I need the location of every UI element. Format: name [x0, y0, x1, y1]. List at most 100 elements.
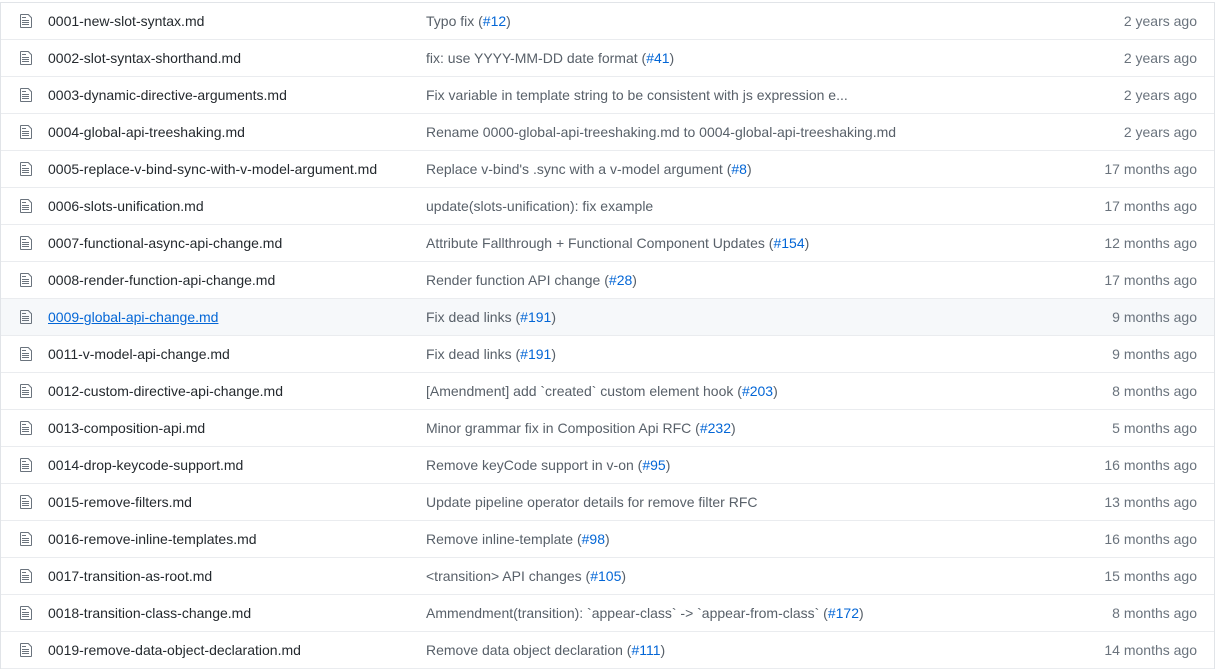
- file-row[interactable]: 0006-slots-unification.md update(slots-un…: [1, 188, 1214, 225]
- commit-message-text[interactable]: Fix variable in template string to be co…: [426, 87, 848, 103]
- commit-message-text[interactable]: Remove keyCode support in v-on (: [426, 457, 642, 473]
- commit-message[interactable]: update(slots-unification): fix example: [426, 198, 653, 214]
- file-row[interactable]: 0005-replace-v-bind-sync-with-v-model-ar…: [1, 151, 1214, 188]
- file-icon: [19, 420, 33, 436]
- commit-message[interactable]: Replace v-bind's .sync with a v-model ar…: [426, 161, 752, 177]
- commit-message-text[interactable]: Remove inline-template (: [426, 531, 582, 547]
- file-name-link[interactable]: 0009-global-api-change.md: [48, 309, 218, 325]
- commit-message-text[interactable]: Typo fix (: [426, 13, 483, 29]
- file-row[interactable]: 0015-remove-filters.md Update pipeline op…: [1, 484, 1214, 521]
- commit-message-text[interactable]: Render function API change (: [426, 272, 609, 288]
- file-row[interactable]: 0016-remove-inline-templates.md Remove in…: [1, 521, 1214, 558]
- file-name-link[interactable]: 0018-transition-class-change.md: [48, 605, 251, 621]
- file-name-link[interactable]: 0003-dynamic-directive-arguments.md: [48, 87, 287, 103]
- file-row[interactable]: 0002-slot-syntax-shorthand.md fix: use YY…: [1, 40, 1214, 77]
- file-name-link[interactable]: 0017-transition-as-root.md: [48, 568, 212, 584]
- commit-message[interactable]: <transition> API changes (#105): [426, 568, 626, 584]
- commit-message[interactable]: Fix dead links (#191): [426, 309, 556, 325]
- commit-message[interactable]: Fix dead links (#191): [426, 346, 556, 362]
- file-row[interactable]: 0001-new-slot-syntax.md Typo fix (#12) 2 y…: [1, 3, 1214, 40]
- commit-message-text[interactable]: Replace v-bind's .sync with a v-model ar…: [426, 161, 731, 177]
- file-row[interactable]: 0019-remove-data-object-declaration.md Re…: [1, 632, 1214, 669]
- file-row[interactable]: 0003-dynamic-directive-arguments.md Fix v…: [1, 77, 1214, 114]
- pull-request-link[interactable]: #172: [828, 605, 859, 621]
- file-icon: [19, 346, 33, 362]
- file-name-link[interactable]: 0014-drop-keycode-support.md: [48, 457, 243, 473]
- file-icon: [19, 642, 33, 658]
- file-icon: [19, 50, 33, 66]
- file-row[interactable]: 0008-render-function-api-change.md Render…: [1, 262, 1214, 299]
- file-row[interactable]: 0011-v-model-api-change.md Fix dead links…: [1, 336, 1214, 373]
- file-icon: [19, 272, 33, 288]
- commit-message-end: ): [731, 420, 736, 436]
- file-row[interactable]: 0009-global-api-change.md Fix dead links …: [1, 299, 1214, 336]
- file-row[interactable]: 0018-transition-class-change.md Ammendmen…: [1, 595, 1214, 632]
- commit-message-text[interactable]: Fix dead links (: [426, 309, 520, 325]
- file-icon: [19, 494, 33, 510]
- file-row[interactable]: 0007-functional-async-api-change.md Attri…: [1, 225, 1214, 262]
- file-row[interactable]: 0017-transition-as-root.md <transition> A…: [1, 558, 1214, 595]
- file-name-link[interactable]: 0006-slots-unification.md: [48, 198, 204, 214]
- commit-message[interactable]: Ammendment(transition): `appear-class` -…: [426, 605, 864, 621]
- pull-request-link[interactable]: #105: [590, 568, 621, 584]
- commit-message-text[interactable]: Fix dead links (: [426, 346, 520, 362]
- file-name-link[interactable]: 0005-replace-v-bind-sync-with-v-model-ar…: [48, 161, 377, 177]
- pull-request-link[interactable]: #191: [520, 309, 551, 325]
- commit-message-text[interactable]: Minor grammar fix in Composition Api RFC…: [426, 420, 700, 436]
- commit-age: 9 months ago: [1112, 309, 1197, 325]
- commit-message-text[interactable]: update(slots-unification): fix example: [426, 198, 653, 214]
- commit-message[interactable]: Remove inline-template (#98): [426, 531, 610, 547]
- commit-message-end: ): [604, 531, 610, 547]
- pull-request-link[interactable]: #191: [520, 346, 551, 362]
- commit-message-text[interactable]: fix: use YYYY-MM-DD date format (: [426, 50, 646, 66]
- commit-message[interactable]: Attribute Fallthrough + Functional Compo…: [426, 235, 809, 251]
- commit-message[interactable]: Typo fix (#12): [426, 13, 511, 29]
- file-row[interactable]: 0012-custom-directive-api-change.md [Amen…: [1, 373, 1214, 410]
- commit-message-text[interactable]: Update pipeline operator details for rem…: [426, 494, 758, 510]
- pull-request-link[interactable]: #28: [609, 272, 632, 288]
- commit-message[interactable]: [Amendment] add `created` custom element…: [426, 383, 778, 399]
- commit-message[interactable]: Minor grammar fix in Composition Api RFC…: [426, 420, 736, 436]
- commit-message[interactable]: Render function API change (#28): [426, 272, 637, 288]
- commit-message-text[interactable]: [Amendment] add `created` custom element…: [426, 383, 742, 399]
- commit-message-text[interactable]: Remove data object declaration (: [426, 642, 631, 658]
- pull-request-link[interactable]: #8: [731, 161, 747, 177]
- commit-age: 16 months ago: [1104, 457, 1197, 473]
- file-name-link[interactable]: 0002-slot-syntax-shorthand.md: [48, 50, 241, 66]
- commit-message-text[interactable]: Attribute Fallthrough + Functional Compo…: [426, 235, 773, 251]
- file-name-link[interactable]: 0019-remove-data-object-declaration.md: [48, 642, 301, 658]
- file-name-link[interactable]: 0008-render-function-api-change.md: [48, 272, 275, 288]
- commit-message-text[interactable]: Ammendment(transition): `appear-class` -…: [426, 605, 828, 621]
- file-row[interactable]: 0014-drop-keycode-support.md Remove keyCo…: [1, 447, 1214, 484]
- file-row[interactable]: 0013-composition-api.md Minor grammar fix…: [1, 410, 1214, 447]
- file-name-link[interactable]: 0007-functional-async-api-change.md: [48, 235, 282, 251]
- file-icon: [19, 235, 33, 251]
- pull-request-link[interactable]: #98: [582, 531, 605, 547]
- pull-request-link[interactable]: #154: [773, 235, 804, 251]
- commit-message[interactable]: Fix variable in template string to be co…: [426, 87, 848, 103]
- file-name-link[interactable]: 0011-v-model-api-change.md: [48, 346, 230, 362]
- pull-request-link[interactable]: #203: [742, 383, 773, 399]
- file-row[interactable]: 0004-global-api-treeshaking.md Rename 000…: [1, 114, 1214, 151]
- commit-message-text[interactable]: Rename 0000-global-api-treeshaking.md to…: [426, 124, 896, 140]
- commit-message[interactable]: Remove data object declaration (#111): [426, 642, 665, 658]
- commit-age: 17 months ago: [1104, 161, 1197, 177]
- file-icon: [19, 87, 33, 103]
- pull-request-link[interactable]: #12: [483, 13, 506, 29]
- file-name-link[interactable]: 0012-custom-directive-api-change.md: [48, 383, 283, 399]
- file-name-link[interactable]: 0004-global-api-treeshaking.md: [48, 124, 245, 140]
- commit-message[interactable]: Rename 0000-global-api-treeshaking.md to…: [426, 124, 896, 140]
- commit-message-end: ): [506, 13, 511, 29]
- commit-message[interactable]: fix: use YYYY-MM-DD date format (#41): [426, 50, 674, 66]
- file-name-link[interactable]: 0016-remove-inline-templates.md: [48, 531, 257, 547]
- file-name-link[interactable]: 0013-composition-api.md: [48, 420, 205, 436]
- pull-request-link[interactable]: #41: [646, 50, 669, 66]
- pull-request-link[interactable]: #232: [700, 420, 731, 436]
- pull-request-link[interactable]: #111: [631, 642, 660, 658]
- pull-request-link[interactable]: #95: [642, 457, 665, 473]
- commit-message-text[interactable]: <transition> API changes (: [426, 568, 590, 584]
- file-name-link[interactable]: 0001-new-slot-syntax.md: [48, 13, 204, 29]
- commit-message[interactable]: Remove keyCode support in v-on (#95): [426, 457, 670, 473]
- file-name-link[interactable]: 0015-remove-filters.md: [48, 494, 192, 510]
- commit-message[interactable]: Update pipeline operator details for rem…: [426, 494, 758, 510]
